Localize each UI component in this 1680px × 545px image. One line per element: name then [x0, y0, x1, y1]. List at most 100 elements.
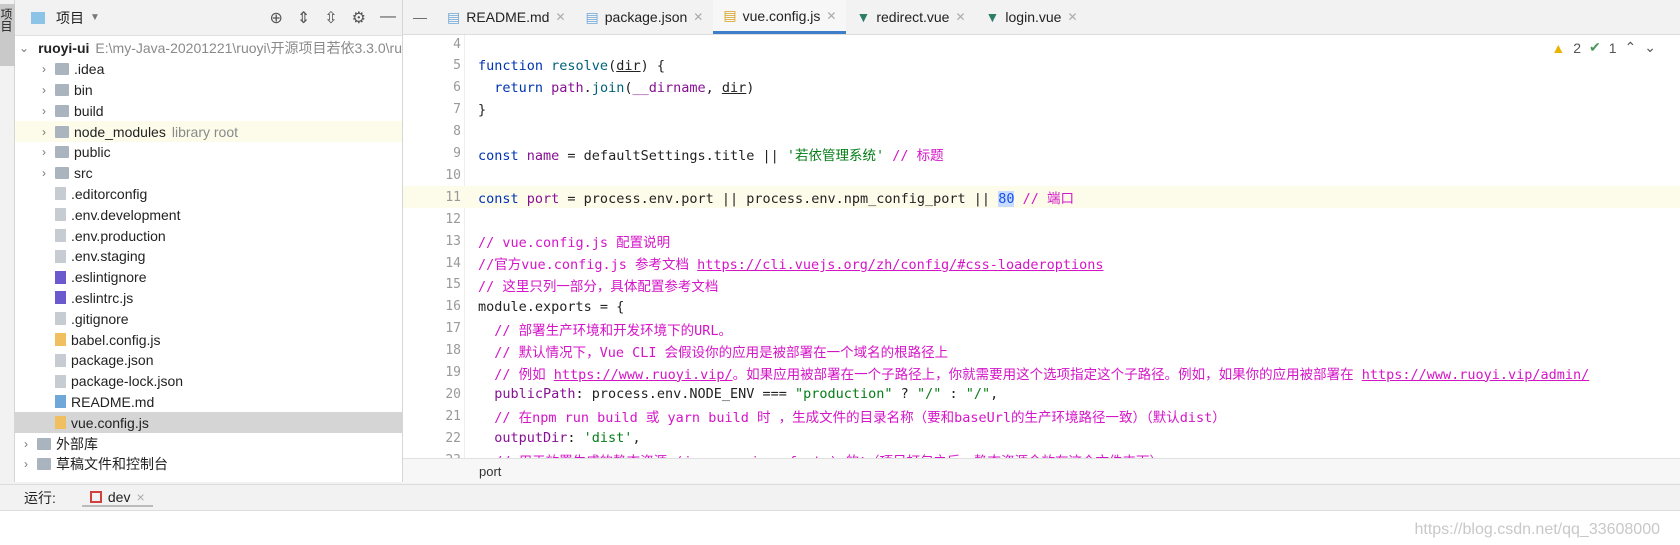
- tree-file[interactable]: .eslintignore: [15, 267, 402, 288]
- close-icon[interactable]: ✕: [693, 10, 703, 24]
- vue-icon: ▼: [856, 9, 871, 25]
- tree-folder[interactable]: › build: [15, 100, 402, 121]
- tab-README-md[interactable]: ▤ README.md ✕: [437, 0, 576, 34]
- hide-panel-icon[interactable]: —: [403, 0, 437, 34]
- tree-file[interactable]: package.json: [15, 350, 402, 371]
- code-token: resolve: [551, 57, 609, 74]
- code-text: const port = process.env.port || process…: [461, 187, 1074, 208]
- inspection-widget[interactable]: ▲ 2 ✔ 1 ⌃ ⌄: [1551, 39, 1656, 56]
- code-line: 17 // 部署生产环境和开发环境下的URL。: [403, 318, 1680, 340]
- tab-login-vue[interactable]: ▼ login.vue ✕: [976, 0, 1088, 34]
- tree-file[interactable]: babel.config.js: [15, 329, 402, 350]
- prev-highlight-icon[interactable]: ⌃: [1625, 39, 1637, 56]
- locate-icon[interactable]: ⊕: [269, 8, 282, 28]
- npm-run-icon: [89, 490, 102, 503]
- tree-item-label: .env.production: [71, 227, 166, 244]
- tree-folder[interactable]: › .idea: [15, 59, 402, 80]
- chevron-down-icon[interactable]: ▼: [90, 12, 100, 23]
- tree-file[interactable]: README.md: [15, 392, 402, 413]
- tab-redirect-vue[interactable]: ▼ redirect.vue ✕: [846, 0, 975, 34]
- tree-item-label: 草稿文件和控制台: [56, 456, 168, 473]
- code-token: name: [526, 147, 560, 164]
- code-text: // 默认情况下，Vue CLI 会假设你的应用是被部署在一个域名的根路径上: [461, 341, 948, 361]
- code-token: '若依管理系统': [786, 147, 885, 164]
- folder-icon: [55, 83, 69, 96]
- close-icon[interactable]: ×: [136, 489, 144, 505]
- close-icon[interactable]: ✕: [826, 9, 836, 23]
- chevron-right-icon: ›: [42, 145, 46, 160]
- tab-label: README.md: [466, 9, 550, 25]
- code-token: outputDir: [478, 430, 568, 447]
- tab-package-json[interactable]: ▤ package.json ✕: [576, 0, 714, 34]
- code-token: :: [567, 430, 584, 447]
- close-icon[interactable]: ✕: [955, 10, 965, 24]
- code-token: __dirname: [632, 79, 706, 96]
- code-text: // 部署生产环境和开发环境下的URL。: [461, 319, 732, 339]
- chevron-right-icon[interactable]: ›: [19, 437, 33, 451]
- code-token: (: [608, 57, 617, 74]
- gear-icon[interactable]: ⚙: [352, 8, 366, 28]
- tree-file[interactable]: .env.staging: [15, 246, 402, 267]
- tree-file[interactable]: .env.development: [15, 204, 402, 225]
- line-number: 4: [453, 36, 461, 52]
- tree-item-label: src: [74, 165, 93, 182]
- project-tree: ⌄ ruoyi-ui E:\my-Java-20201221\ruoyi\开源项目若…: [15, 36, 402, 475]
- code-token: ): [746, 79, 755, 96]
- tree-file[interactable]: package-lock.json: [15, 371, 402, 392]
- code-line: 21 // 在npm run build 或 yarn build 时 ，生成文…: [403, 405, 1680, 427]
- code-line: 22 outputDir: 'dist',: [403, 427, 1680, 449]
- chevron-right-icon[interactable]: ›: [19, 457, 33, 471]
- project-panel: 项目 ▼ ⊕ ⇕ ⇳ ⚙ — ⌄ ruoyi-ui E:\my-Java-20201…: [15, 0, 403, 482]
- tree-folder[interactable]: › public: [15, 142, 402, 163]
- line-number: 10: [445, 167, 461, 183]
- line-number: 16: [445, 299, 461, 315]
- tree-file[interactable]: .gitignore: [15, 308, 402, 329]
- next-highlight-icon[interactable]: ⌄: [1644, 39, 1656, 56]
- collapse-all-icon[interactable]: ⇳: [324, 8, 337, 28]
- root-name: ruoyi-ui: [38, 40, 90, 57]
- breadcrumb[interactable]: port: [403, 458, 1680, 483]
- tree-folder[interactable]: › src: [15, 163, 402, 184]
- tree-item-label: package-lock.json: [71, 373, 184, 390]
- tree-file[interactable]: .env.production: [15, 225, 402, 246]
- tab-label: package.json: [604, 9, 688, 25]
- tree-item-label: build: [74, 102, 104, 119]
- tree-extra[interactable]: › 草稿文件和控制台: [15, 454, 402, 475]
- chevron-right-icon: ›: [42, 103, 46, 118]
- chevron-down-icon[interactable]: ⌄: [19, 41, 29, 55]
- expand-all-icon[interactable]: ⇕: [297, 8, 310, 28]
- line-number: 7: [453, 102, 461, 118]
- file-icon: [55, 416, 66, 430]
- run-tab-dev[interactable]: dev ×: [81, 489, 153, 507]
- code-text: function resolve(dir) {: [461, 58, 665, 74]
- close-icon[interactable]: ✕: [1067, 10, 1077, 24]
- file-icon: [55, 229, 66, 243]
- project-tool-button[interactable]: 项目: [0, 4, 15, 66]
- minimize-icon[interactable]: —: [380, 8, 396, 28]
- code-line: 23 // 用于放置生成的静态资源 (js、css、img、fonts) 的；（…: [403, 449, 1680, 458]
- tab-vue-config-js[interactable]: ▤ vue.config.js ✕: [713, 0, 847, 34]
- tree-extra[interactable]: › 外部库: [15, 433, 402, 454]
- code-token: :: [941, 386, 966, 403]
- tree-file[interactable]: vue.config.js: [15, 412, 402, 434]
- code-line: 4: [403, 35, 1680, 55]
- tree-folder[interactable]: › node_modules library root: [15, 121, 402, 142]
- code-line: 11 const port = process.env.port || proce…: [403, 186, 1680, 209]
- tree-root[interactable]: ⌄ ruoyi-ui E:\my-Java-20201221\ruoyi\开源项目若…: [15, 38, 402, 59]
- code-token: ?: [892, 386, 917, 403]
- close-icon[interactable]: ✕: [555, 10, 565, 24]
- line-number: 6: [453, 80, 461, 96]
- code-token: ) {: [640, 57, 665, 74]
- code-text: const name = defaultSettings.title || '若…: [461, 144, 944, 164]
- tree-file[interactable]: .eslintrc.js: [15, 288, 402, 309]
- code-line: 15 // 这里只列一部分，具体配置参考文档: [403, 274, 1680, 296]
- code-editor[interactable]: 4 5 function resolve(dir) {6 return path.j…: [403, 35, 1680, 458]
- project-view-selector[interactable]: 项目: [56, 8, 84, 28]
- warning-icon: ▲: [1551, 39, 1566, 56]
- tree-folder[interactable]: › bin: [15, 80, 402, 101]
- chevron-right-icon: ›: [42, 82, 46, 97]
- vue-icon: ▼: [985, 9, 1000, 25]
- code-token: "production": [795, 386, 893, 403]
- project-panel-header: 项目 ▼ ⊕ ⇕ ⇳ ⚙ —: [15, 0, 402, 36]
- tree-file[interactable]: .editorconfig: [15, 184, 402, 205]
